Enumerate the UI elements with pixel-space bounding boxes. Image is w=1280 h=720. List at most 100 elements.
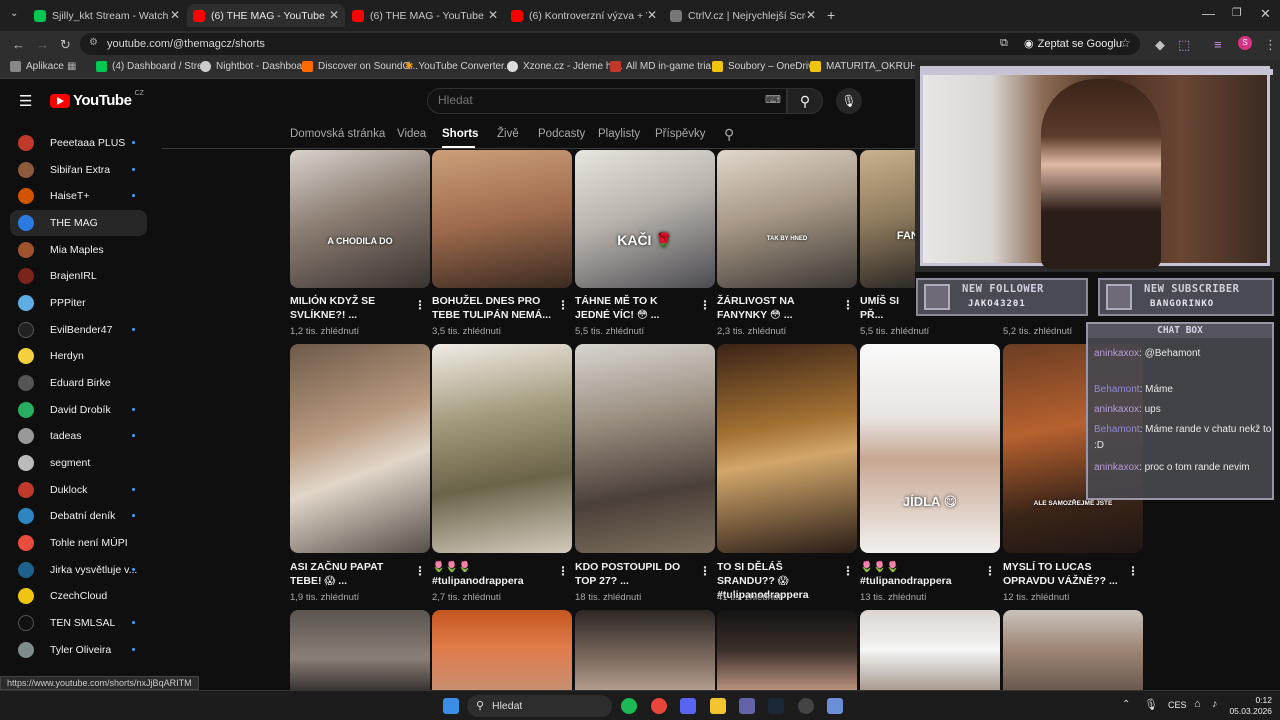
sidebar-item[interactable]: Peeetaaa PLUS — [10, 130, 147, 156]
app-icon[interactable] — [827, 698, 843, 714]
short-thumbnail[interactable] — [432, 150, 572, 288]
sidebar-item-the-mag[interactable]: THE MAG — [10, 210, 147, 236]
short-thumbnail[interactable]: A CHODILA DO — [290, 150, 430, 288]
browser-tab[interactable]: CtrlV.cz | Nejrychlejší ScreenSh ✕ — [664, 4, 822, 27]
sidebar-item[interactable]: CzechCloud — [10, 583, 147, 609]
sidebar-item[interactable]: Debatní deník — [10, 503, 147, 529]
bookmark-star-icon[interactable]: ☆ — [1120, 36, 1131, 50]
bookmark-item[interactable]: All MD in-game tria... — [610, 61, 719, 72]
sidebar-item[interactable]: Eduard Birke — [10, 370, 147, 396]
close-icon[interactable]: ✕ — [647, 8, 657, 22]
more-options-icon[interactable]: ⋮ — [557, 564, 569, 578]
tab-shorts[interactable]: Shorts — [442, 128, 478, 140]
search-button[interactable]: ⚲ — [787, 88, 823, 114]
bookmark-grid[interactable]: ▦ — [67, 61, 76, 72]
sidebar-item[interactable]: Mia Maples — [10, 237, 147, 263]
short-thumbnail[interactable] — [860, 610, 1000, 690]
tab-live[interactable]: Živě — [497, 128, 519, 140]
close-icon[interactable]: ✕ — [329, 8, 339, 22]
short-title[interactable]: UMÍŠ SI PŘ... VZTAH S FA... — [860, 294, 915, 322]
short-thumbnail[interactable] — [290, 610, 430, 690]
tray-expand-icon[interactable]: ⌃ — [1122, 699, 1130, 710]
profile-avatar[interactable]: S — [1238, 36, 1252, 50]
bookmark-item[interactable]: MATURITA_OKRUH... — [810, 61, 926, 72]
start-icon[interactable] — [443, 698, 459, 714]
more-options-icon[interactable]: ⋮ — [414, 298, 426, 312]
site-info-icon[interactable]: ⚙ — [89, 37, 98, 48]
more-options-icon[interactable]: ⋮ — [699, 564, 711, 578]
maximize-icon[interactable]: ❐ — [1232, 6, 1242, 19]
close-icon[interactable]: ✕ — [170, 8, 180, 22]
bookmark-item[interactable]: Xzone.cz - Jdeme hr... — [507, 61, 623, 72]
short-title[interactable]: TÁHNE MĚ TO K JEDNÉ VÍC! 😳 ... — [575, 294, 695, 322]
tab-videos[interactable]: Videa — [397, 128, 426, 140]
short-title[interactable]: MILIÓN KDYŽ SE SVLÍKNE?! ... — [290, 294, 410, 322]
short-thumbnail[interactable] — [432, 344, 572, 553]
short-title[interactable]: ASI ZAČNU PAPAT TEBE! 😱 ... — [290, 560, 410, 588]
sidebar-item[interactable]: Sibiřan Extra — [10, 157, 147, 183]
browser-tab[interactable]: Sjilly_kkt Stream - Watch Live o ✕ — [28, 4, 186, 27]
teams-icon[interactable] — [739, 698, 755, 714]
chrome-icon[interactable] — [651, 698, 667, 714]
discord-icon[interactable] — [680, 698, 696, 714]
more-options-icon[interactable]: ⋮ — [842, 564, 854, 578]
tray-mic-icon[interactable]: 🎙 — [1144, 698, 1158, 711]
short-thumbnail[interactable] — [575, 344, 715, 553]
short-title[interactable]: ŽÁRLIVOST NA FANYNKY 😳 ... — [717, 294, 837, 322]
short-thumbnail[interactable] — [717, 610, 857, 690]
extension-icon[interactable]: ◆ — [1155, 37, 1165, 53]
explorer-icon[interactable] — [710, 698, 726, 714]
browser-tab[interactable]: (6) Kontroverzní výzva + Vyhodn ✕ — [505, 4, 663, 27]
short-thumbnail[interactable]: JÍDLA 😋 — [860, 344, 1000, 553]
bookmark-item[interactable]: Discover on SoundC... — [302, 61, 418, 72]
tab-podcasts[interactable]: Podcasty — [538, 128, 585, 140]
address-bar[interactable]: ⚙ youtube.com/@themagcz/shorts ⧉ ◉ Zepta… — [80, 33, 1140, 55]
more-options-icon[interactable]: ⋮ — [842, 298, 854, 312]
more-options-icon[interactable]: ⋮ — [1127, 564, 1139, 578]
short-thumbnail[interactable] — [575, 610, 715, 690]
network-icon[interactable]: ⌂ — [1194, 698, 1201, 710]
browser-tab[interactable]: (6) THE MAG - YouTube ✕ — [346, 4, 504, 27]
channel-search-icon[interactable]: ⚲ — [724, 126, 734, 143]
bookmark-item[interactable]: ✱ YouTube Converter... — [405, 61, 512, 72]
search-input[interactable] — [438, 93, 738, 107]
reload-icon[interactable]: ↻ — [60, 37, 71, 53]
keyboard-icon[interactable]: ⌨ — [765, 93, 781, 106]
short-title[interactable]: KDO POSTOUPIL DO TOP 27? ... — [575, 560, 695, 588]
short-title[interactable]: 🌷🌷🌷 #tulipanodrappera — [432, 560, 552, 588]
sidebar-item[interactable]: EvilBender47 — [10, 317, 147, 343]
short-title[interactable]: MYSLÍ TO LUCAS OPRAVDU VÁŽNĚ?? ... — [1003, 560, 1123, 588]
bookmark-apps[interactable]: Aplikace — [10, 61, 64, 72]
ask-google-button[interactable]: ◉ Zeptat se Googlu — [1024, 37, 1122, 51]
media-icon[interactable]: ≡ — [1214, 37, 1222, 52]
sidebar-item[interactable]: tadeas — [10, 423, 147, 449]
minimize-icon[interactable]: — — [1202, 6, 1215, 21]
short-title[interactable]: BOHUŽEL DNES PRO TEBE TULIPÁN NEMÁ... — [432, 294, 552, 322]
new-tab-icon[interactable]: + — [827, 7, 835, 23]
browser-tab[interactable]: (6) THE MAG - YouTube ✕ — [187, 4, 345, 27]
short-thumbnail[interactable] — [290, 344, 430, 553]
tab-playlists[interactable]: Playlisty — [598, 128, 640, 140]
short-thumbnail[interactable]: KAČI 🌹 — [575, 150, 715, 288]
short-title[interactable]: 🌷🌷🌷 #tulipanodrappera — [860, 560, 980, 588]
puzzle-icon[interactable]: ⬚ — [1178, 37, 1190, 53]
spotify-icon[interactable] — [621, 698, 637, 714]
bookmark-item[interactable]: Soubory – OneDrive — [712, 61, 819, 72]
close-icon[interactable]: ✕ — [806, 8, 816, 22]
back-icon[interactable]: ← — [12, 37, 25, 52]
tab-search-icon[interactable]: ⌄ — [10, 8, 18, 19]
window-close-icon[interactable]: ✕ — [1260, 6, 1271, 22]
sidebar-item[interactable]: Tyler Oliveira — [10, 637, 147, 663]
sidebar-item[interactable]: TEN SMLSAL — [10, 610, 147, 636]
obs-icon[interactable] — [798, 698, 814, 714]
volume-icon[interactable]: ♪ — [1212, 698, 1218, 710]
sidebar-item[interactable]: Tohle není MÚPI — [10, 530, 147, 556]
more-options-icon[interactable]: ⋮ — [414, 564, 426, 578]
system-clock[interactable]: 0:12 05.03.2026 — [1229, 695, 1272, 717]
install-icon[interactable]: ⧉ — [1000, 37, 1008, 50]
more-options-icon[interactable]: ⋮ — [557, 298, 569, 312]
close-icon[interactable]: ✕ — [488, 8, 498, 22]
sidebar-item[interactable]: Herdyn — [10, 343, 147, 369]
language-indicator[interactable]: CES — [1168, 700, 1187, 710]
sidebar-item[interactable]: David Drobík — [10, 397, 147, 423]
